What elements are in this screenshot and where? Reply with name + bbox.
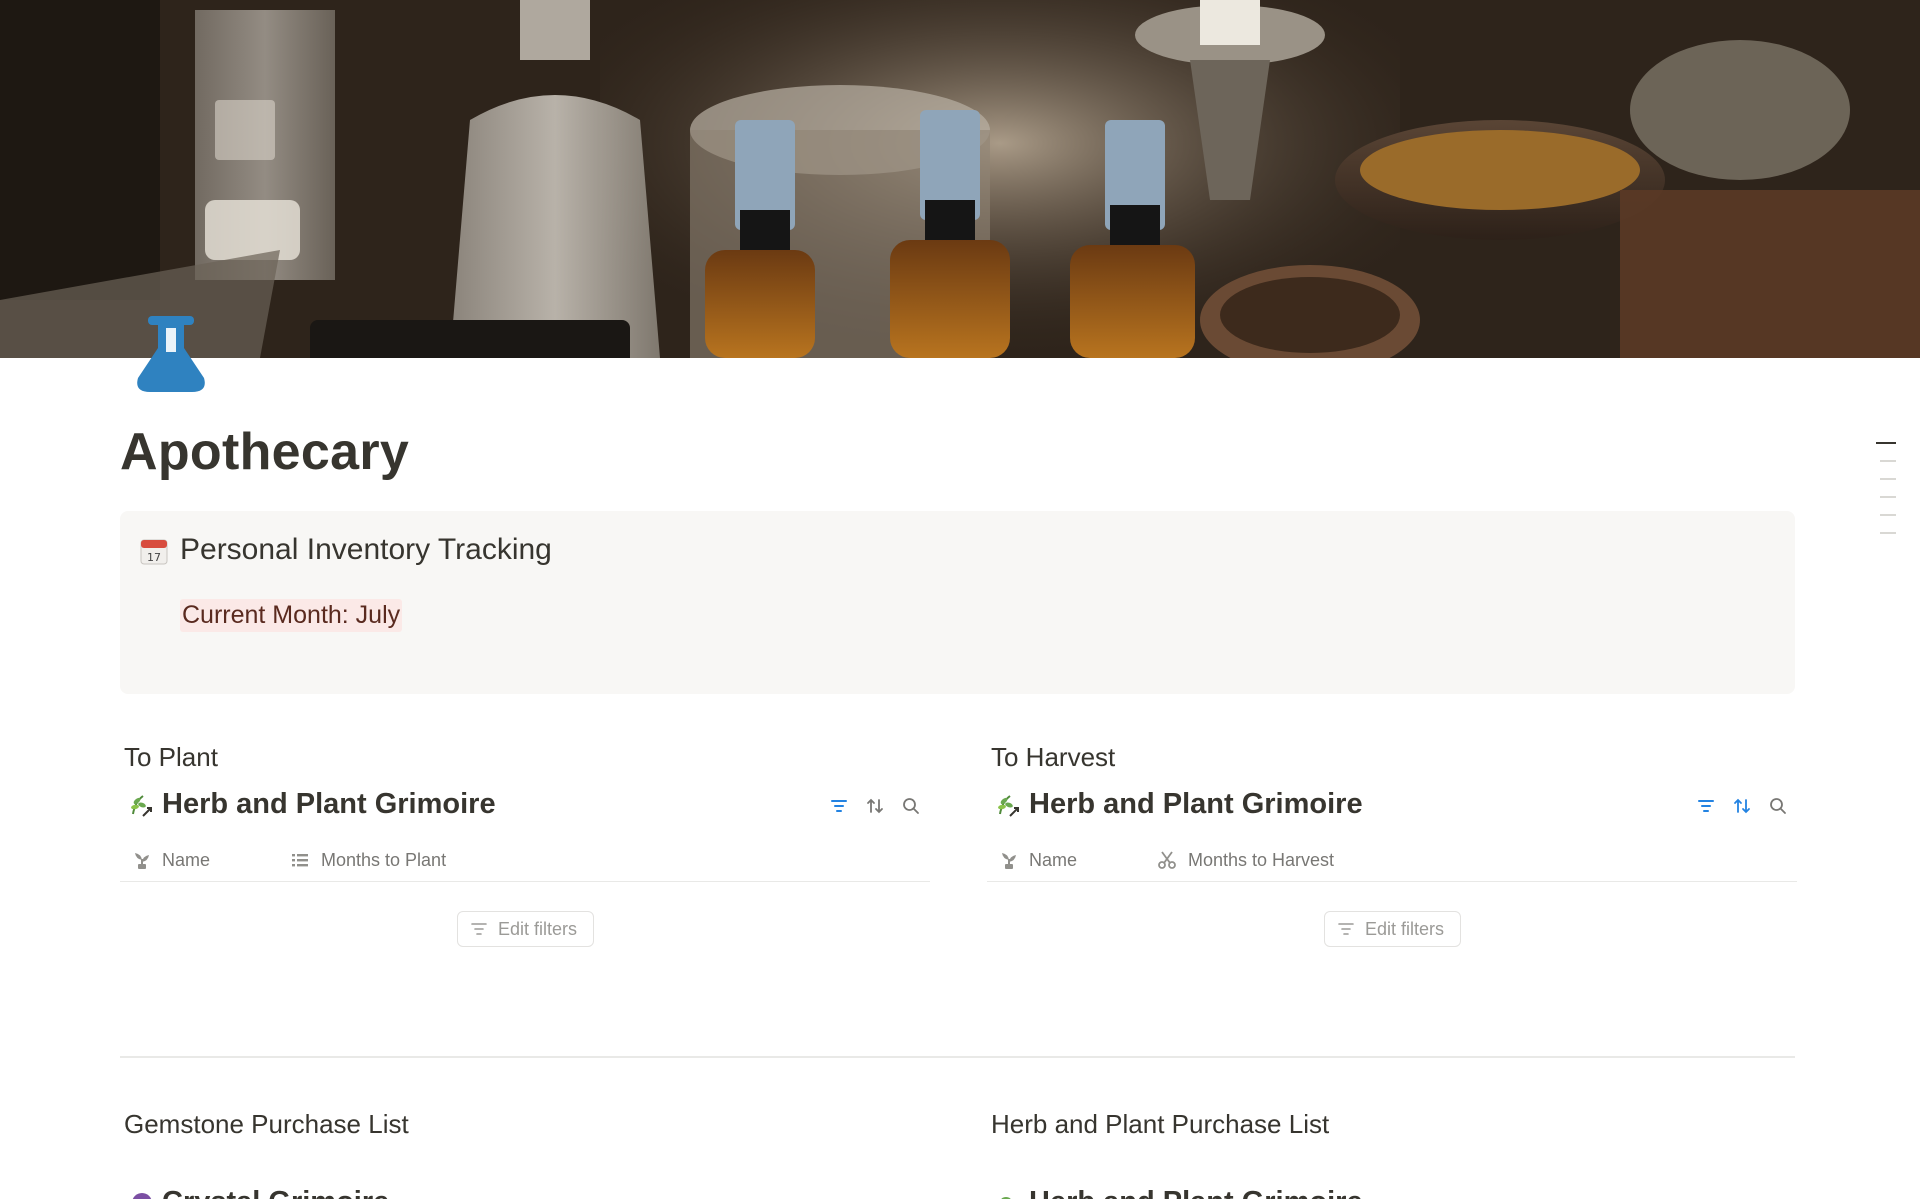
database-title[interactable]: Herb and Plant Grimoire: [162, 788, 496, 821]
sprout-icon: [999, 850, 1019, 870]
database-title[interactable]: Herb and Plant Grimoire: [1029, 788, 1363, 821]
list-icon: [290, 850, 310, 870]
sprout-icon: [132, 850, 152, 870]
name-column-header[interactable]: Name: [162, 850, 210, 871]
toc-marker[interactable]: [1880, 532, 1896, 534]
search-icon[interactable]: [1768, 796, 1788, 816]
herb-icon: [996, 1190, 1022, 1199]
toc-marker[interactable]: [1880, 478, 1896, 480]
filter-icon: [470, 920, 488, 938]
herb-purchase-list-heading[interactable]: Herb and Plant Purchase List: [991, 1109, 1329, 1140]
filter-icon: [1337, 920, 1355, 938]
months-to-plant-column-header[interactable]: Months to Plant: [321, 850, 446, 871]
svg-text:17: 17: [147, 551, 161, 564]
calendar-icon: 17: [140, 537, 168, 565]
toc-marker[interactable]: [1880, 460, 1896, 462]
search-icon[interactable]: [901, 796, 921, 816]
herb-grimoire-title[interactable]: Herb and Plant Grimoire: [1029, 1186, 1363, 1199]
cover-image: [0, 0, 1920, 358]
scissors-icon: [1157, 850, 1177, 870]
to-plant-heading[interactable]: To Plant: [124, 742, 218, 773]
herb-icon: [996, 792, 1022, 818]
toc-marker[interactable]: [1880, 514, 1896, 516]
flask-icon[interactable]: [136, 316, 206, 392]
name-column-header[interactable]: Name: [1029, 850, 1077, 871]
inventory-callout[interactable]: 17 Personal Inventory Tracking Current M…: [120, 511, 1795, 694]
cover-illustration: [0, 0, 1920, 358]
filter-icon[interactable]: [1696, 796, 1716, 816]
to-harvest-heading[interactable]: To Harvest: [991, 742, 1115, 773]
page-title[interactable]: Apothecary: [120, 422, 409, 482]
section-divider: [120, 1056, 1795, 1058]
crystal-grimoire-title[interactable]: Crystal Grimoire: [162, 1186, 389, 1199]
toc-marker[interactable]: [1876, 442, 1896, 444]
filter-icon[interactable]: [829, 796, 849, 816]
toc-marker[interactable]: [1880, 496, 1896, 498]
edit-filters-label: Edit filters: [1365, 919, 1445, 939]
sort-icon[interactable]: [1732, 796, 1752, 816]
edit-filters-label: Edit filters: [498, 919, 578, 939]
months-to-harvest-column-header[interactable]: Months to Harvest: [1188, 850, 1334, 871]
table-of-contents[interactable]: [1876, 442, 1898, 550]
current-month-text[interactable]: Current Month: July: [180, 599, 403, 632]
edit-filters-button[interactable]: Edit filters: [457, 911, 594, 947]
table-header-divider: [120, 881, 930, 882]
gemstone-purchase-list-heading[interactable]: Gemstone Purchase List: [124, 1109, 409, 1140]
crystal-icon: [129, 1190, 155, 1199]
table-header-divider: [987, 881, 1797, 882]
herb-icon: [129, 792, 155, 818]
edit-filters-button[interactable]: Edit filters: [1324, 911, 1461, 947]
callout-title[interactable]: Personal Inventory Tracking: [180, 533, 552, 567]
sort-icon[interactable]: [865, 796, 885, 816]
